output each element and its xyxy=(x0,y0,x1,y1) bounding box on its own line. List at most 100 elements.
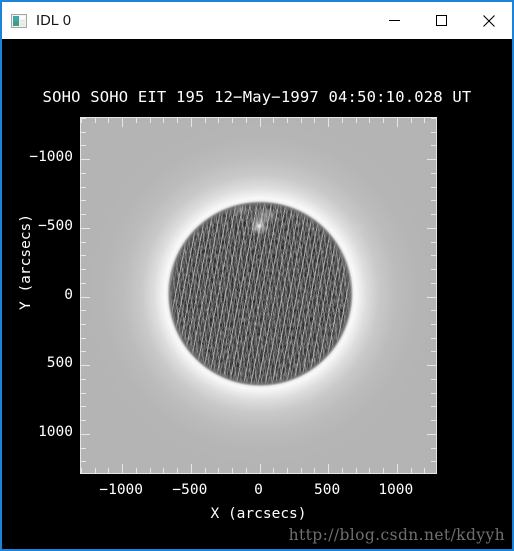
tick-mark xyxy=(431,200,436,202)
tick-mark xyxy=(177,118,179,123)
tick-mark xyxy=(81,310,86,312)
tick-mark xyxy=(410,468,412,473)
tick-mark xyxy=(81,296,90,298)
tick-mark xyxy=(431,310,436,312)
tick-mark xyxy=(190,118,192,127)
tick-mark xyxy=(431,131,436,133)
tick-mark xyxy=(204,468,206,473)
tick-mark xyxy=(81,406,86,408)
tick-mark xyxy=(259,464,261,473)
idl-graphics-window-icon xyxy=(11,13,27,29)
tick-mark xyxy=(369,118,371,123)
close-button[interactable] xyxy=(465,2,512,39)
tick-mark xyxy=(108,468,110,473)
tick-mark xyxy=(341,118,343,123)
plot-title: SOHO SOHO EIT 195 12−May−1997 04:50:10.0… xyxy=(42,88,472,106)
window-title: IDL 0 xyxy=(36,12,72,29)
tick-mark xyxy=(431,241,436,243)
y-tick-label: 1000 xyxy=(38,423,73,440)
tick-mark xyxy=(314,468,316,473)
window-titlebar[interactable]: IDL 0 xyxy=(2,2,512,39)
minimize-button[interactable] xyxy=(371,2,418,39)
tick-mark xyxy=(424,468,426,473)
tick-mark xyxy=(81,131,86,133)
tick-mark xyxy=(204,118,206,123)
tick-mark xyxy=(341,468,343,473)
tick-mark xyxy=(427,227,436,229)
tick-mark xyxy=(383,118,385,123)
tick-mark xyxy=(383,468,385,473)
maximize-button[interactable] xyxy=(418,2,465,39)
solar-image-plot-area xyxy=(80,117,437,474)
tick-mark xyxy=(273,118,275,123)
tick-mark xyxy=(245,468,247,473)
tick-mark xyxy=(81,365,90,367)
tick-mark xyxy=(314,118,316,123)
tick-mark xyxy=(328,118,330,127)
tick-mark xyxy=(218,118,220,123)
tick-mark xyxy=(431,378,436,380)
tick-mark xyxy=(81,420,86,422)
tick-mark xyxy=(81,282,86,284)
tick-mark xyxy=(81,337,86,339)
tick-mark xyxy=(81,214,86,216)
tick-mark xyxy=(190,464,192,473)
tick-mark xyxy=(81,323,86,325)
tick-mark xyxy=(431,351,436,353)
tick-mark xyxy=(355,118,357,123)
tick-mark xyxy=(232,118,234,123)
y-tick-label: −500 xyxy=(38,217,73,234)
tick-mark xyxy=(81,200,86,202)
tick-mark xyxy=(431,447,436,449)
tick-mark xyxy=(431,461,436,463)
y-axis-title: Y (arcsecs) xyxy=(18,213,34,311)
tick-mark xyxy=(396,118,398,127)
tick-mark xyxy=(245,118,247,123)
tick-mark xyxy=(81,255,86,257)
tick-mark xyxy=(286,118,288,123)
tick-mark xyxy=(81,118,86,119)
watermark-text: http://blog.csdn.net/kdyyh xyxy=(288,526,505,544)
tick-mark xyxy=(81,227,90,229)
tick-mark xyxy=(108,118,110,123)
tick-mark xyxy=(135,118,137,123)
tick-mark xyxy=(149,468,151,473)
tick-mark xyxy=(431,406,436,408)
tick-mark xyxy=(81,351,86,353)
tick-mark xyxy=(431,214,436,216)
tick-mark xyxy=(81,461,86,463)
tick-mark xyxy=(431,172,436,174)
y-tick-label: 0 xyxy=(64,286,73,303)
tick-mark xyxy=(424,118,426,123)
tick-mark xyxy=(81,145,86,147)
tick-mark xyxy=(369,468,371,473)
tick-mark xyxy=(427,433,436,435)
tick-mark xyxy=(135,468,137,473)
tick-mark xyxy=(431,323,436,325)
tick-mark xyxy=(122,464,124,473)
tick-mark xyxy=(122,118,124,127)
tick-mark xyxy=(431,145,436,147)
window-controls xyxy=(371,2,512,39)
tick-mark xyxy=(300,468,302,473)
tick-mark xyxy=(81,186,86,188)
idl-plot-canvas: SOHO SOHO EIT 195 12−May−1997 04:50:10.0… xyxy=(2,39,512,549)
x-axis-title: X (arcsecs) xyxy=(210,506,307,522)
tick-mark xyxy=(431,392,436,394)
tick-mark xyxy=(81,172,86,174)
tick-mark xyxy=(300,118,302,123)
minimize-icon xyxy=(389,20,400,21)
tick-mark xyxy=(81,269,86,271)
tick-mark xyxy=(81,241,86,243)
tick-mark xyxy=(431,282,436,284)
tick-mark xyxy=(431,337,436,339)
tick-mark xyxy=(273,468,275,473)
maximize-icon xyxy=(436,15,447,26)
tick-mark xyxy=(431,420,436,422)
x-tick-label: 1000 xyxy=(378,482,414,498)
tick-mark xyxy=(410,118,412,123)
tick-mark xyxy=(355,468,357,473)
tick-mark xyxy=(149,118,151,123)
tick-mark xyxy=(81,159,90,161)
tick-mark xyxy=(94,468,96,473)
